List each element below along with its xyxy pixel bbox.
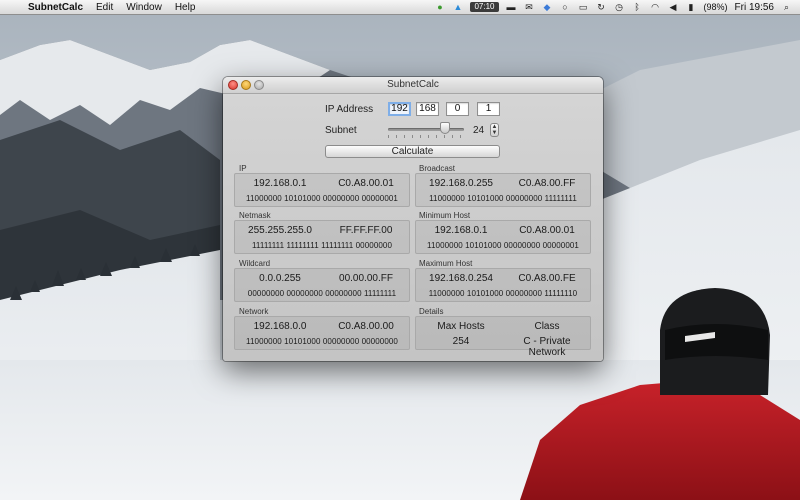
network-result-box: 192.168.0.0 C0.A8.00.00 11000000 10101000… [234,316,410,350]
subnet-slider-track[interactable] [388,128,464,131]
cup-icon[interactable]: ▬ [506,2,517,13]
calculate-button[interactable]: Calculate [325,145,500,158]
time-machine-icon[interactable]: ◷ [614,2,625,13]
menu-edit[interactable]: Edit [96,2,113,13]
twitter-bird-icon[interactable]: ▲ [452,2,463,13]
min-host-result-box: 192.168.0.1 C0.A8.00.01 11000000 10101000… [415,220,591,254]
netmask-group-label: Netmask [239,211,271,220]
menu-app-name[interactable]: SubnetCalc [28,2,83,13]
menu-help[interactable]: Help [175,2,196,13]
status-tray: ● ▲ 07:10 ▬ ✉ ◆ ○ ▭ ↻ ◷ ᛒ ◠ ◀ ▮ (98%) Fr… [434,2,800,13]
title-bar[interactable]: SubnetCalc [223,77,603,94]
max-host-binary-value: 11000000 10101000 00000000 11111110 [428,289,578,298]
subnet-slider-knob[interactable] [440,122,450,134]
network-group-label: Network [239,307,269,316]
sync-icon[interactable]: ↻ [596,2,607,13]
max-host-dotted-value: 192.168.0.254 [429,273,493,284]
class-value: C - Private Network [523,336,571,358]
subnet-value: 24 [473,125,485,136]
wildcard-dotted-value: 0.0.0.255 [259,273,301,284]
subnet-stepper[interactable]: ▲ ▼ [490,123,499,137]
network-binary-value: 11000000 10101000 00000000 00000000 [246,337,398,346]
ip-binary-value: 11000000 10101000 00000000 00000001 [246,194,398,203]
wildcard-binary-value: 00000000 00000000 00000000 11111111 [247,289,397,298]
subnet-slider-ticks [388,135,464,138]
battery-icon[interactable]: ▮ [686,2,697,13]
menu-window[interactable]: Window [126,2,162,13]
wildcard-result-box: 0.0.0.255 00.00.00.FF 00000000 00000000 0… [234,268,410,302]
ip-octet-4-field[interactable]: 1 [477,102,500,116]
netmask-result-box: 255.255.255.0 FF.FF.FF.00 11111111 111111… [234,220,410,254]
class-label: Class [534,321,560,332]
network-hex-value: C0.A8.00.00 [338,321,394,332]
mail-icon[interactable]: ✉ [524,2,535,13]
wifi-icon[interactable]: ◠ [650,2,661,13]
min-host-binary-value: 11000000 10101000 00000000 00000001 [427,241,579,250]
window-title: SubnetCalc [387,79,439,90]
ip-octet-3-field[interactable]: 0 [446,102,469,116]
max-host-result-box: 192.168.0.254 C0.A8.00.FE 11000000 101010… [415,268,591,302]
ip-result-box: 192.168.0.1 C0.A8.00.01 11000000 10101000… [234,173,410,207]
subnet-label: Subnet [325,125,357,136]
network-dotted-value: 192.168.0.0 [253,321,307,332]
netmask-binary-value: 11111111 11111111 11111111 00000000 [251,241,393,250]
details-group-label: Details [419,307,444,316]
subnetcalc-window: SubnetCalc IP Address 192 168 0 1 Subnet… [223,77,603,361]
ip-hex-value: C0.A8.00.01 [338,178,394,189]
ip-dotted-value: 192.168.0.1 [253,178,307,189]
broadcast-dotted-value: 192.168.0.255 [429,178,493,189]
ip-group-label: IP [239,164,247,173]
wildcard-group-label: Wildcard [239,259,271,268]
min-host-group-label: Minimum Host [419,211,471,220]
netmask-hex-value: FF.FF.FF.00 [339,225,393,236]
broadcast-group-label: Broadcast [419,164,456,173]
broadcast-binary-value: 11000000 10101000 00000000 11111111 [429,194,577,203]
ip-octet-1-field[interactable]: 192 [388,102,411,116]
max-hosts-value: 254 [452,336,470,347]
min-host-hex-value: C0.A8.00.01 [519,225,575,236]
max-hosts-label: Max Hosts [437,321,485,332]
broadcast-hex-value: C0.A8.00.FF [518,178,576,189]
wildcard-hex-value: 00.00.00.FF [339,273,393,284]
min-host-dotted-value: 192.168.0.1 [434,225,488,236]
evernote-icon[interactable]: ● [434,2,445,13]
ip-octet-2-field[interactable]: 168 [416,102,439,116]
details-result-box: Max Hosts Class 254 C - Private Network [415,316,591,358]
battery-percentage: (98%) [703,2,728,12]
spotlight-search-icon[interactable]: ⌕ [781,2,792,13]
timer-display[interactable]: 07:10 [470,2,499,12]
keyboard-icon[interactable]: ▭ [578,2,589,13]
netmask-dotted-value: 255.255.255.0 [248,225,312,236]
max-host-group-label: Maximum Host [419,259,473,268]
ip-address-label: IP Address [325,104,374,115]
volume-icon[interactable]: ◀ [668,2,679,13]
menu-bar: SubnetCalc Edit Window Help ● ▲ 07:10 ▬ … [0,0,800,15]
bluetooth-icon[interactable]: ᛒ [632,2,643,13]
max-host-hex-value: C0.A8.00.FE [518,273,576,284]
dropbox-icon[interactable]: ◆ [542,2,553,13]
chat-bubble-icon[interactable]: ○ [560,2,571,13]
broadcast-result-box: 192.168.0.255 C0.A8.00.FF 11000000 101010… [415,173,591,207]
menu-clock[interactable]: Fri 19:56 [735,2,774,13]
